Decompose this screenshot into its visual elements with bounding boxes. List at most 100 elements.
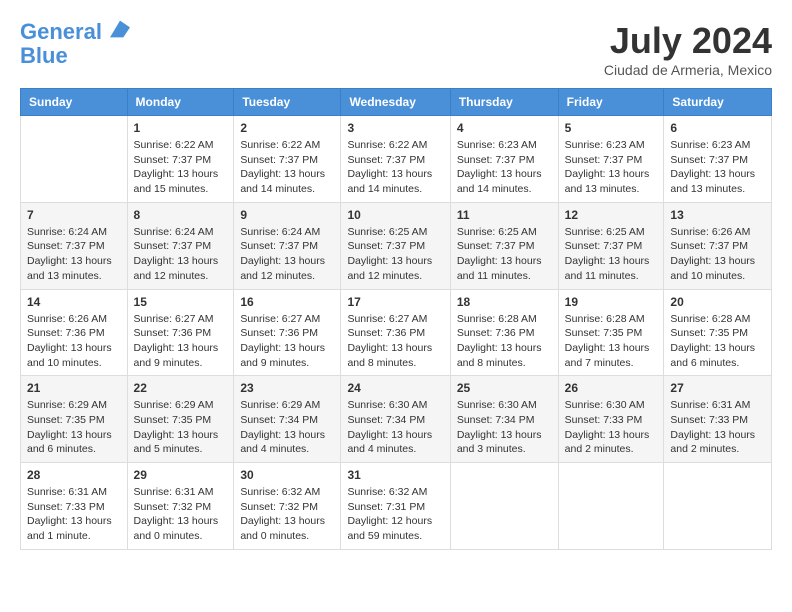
- calendar-day: 20 Sunrise: 6:28 AMSunset: 7:35 PMDayligh…: [664, 289, 772, 376]
- day-number: 12: [565, 208, 658, 222]
- weekday-header-row: SundayMondayTuesdayWednesdayThursdayFrid…: [21, 89, 772, 116]
- weekday-header-sunday: Sunday: [21, 89, 128, 116]
- day-number: 7: [27, 208, 121, 222]
- day-number: 15: [134, 295, 228, 309]
- day-info: Sunrise: 6:29 AMSunset: 7:35 PMDaylight:…: [27, 398, 121, 457]
- day-number: 25: [457, 381, 552, 395]
- month-title: July 2024: [604, 20, 772, 62]
- calendar-day: 29 Sunrise: 6:31 AMSunset: 7:32 PMDayligh…: [127, 463, 234, 550]
- calendar-day: 7 Sunrise: 6:24 AMSunset: 7:37 PMDaylight…: [21, 202, 128, 289]
- day-number: 21: [27, 381, 121, 395]
- calendar-day: 22Sunrise: 6:29 AMSunset: 7:35 PMDayligh…: [127, 376, 234, 463]
- day-info: Sunrise: 6:30 AMSunset: 7:34 PMDaylight:…: [347, 398, 443, 457]
- calendar-table: SundayMondayTuesdayWednesdayThursdayFrid…: [20, 88, 772, 550]
- day-info: Sunrise: 6:22 AMSunset: 7:37 PMDaylight:…: [134, 138, 228, 197]
- calendar-day: 27 Sunrise: 6:31 AMSunset: 7:33 PMDayligh…: [664, 376, 772, 463]
- day-info: Sunrise: 6:30 AMSunset: 7:33 PMDaylight:…: [565, 398, 658, 457]
- day-info: Sunrise: 6:28 AMSunset: 7:35 PMDaylight:…: [565, 312, 658, 371]
- day-info: Sunrise: 6:31 AMSunset: 7:32 PMDaylight:…: [134, 485, 228, 544]
- calendar-day: 28Sunrise: 6:31 AMSunset: 7:33 PMDayligh…: [21, 463, 128, 550]
- day-info: Sunrise: 6:28 AMSunset: 7:35 PMDaylight:…: [670, 312, 765, 371]
- day-info: Sunrise: 6:29 AMSunset: 7:34 PMDaylight:…: [240, 398, 334, 457]
- calendar-day: [21, 116, 128, 203]
- day-number: 30: [240, 468, 334, 482]
- calendar-day: 5 Sunrise: 6:23 AMSunset: 7:37 PMDaylight…: [558, 116, 664, 203]
- logo-text: General: [20, 20, 130, 44]
- calendar-day: 30Sunrise: 6:32 AMSunset: 7:32 PMDayligh…: [234, 463, 341, 550]
- calendar-day: 8 Sunrise: 6:24 AMSunset: 7:37 PMDaylight…: [127, 202, 234, 289]
- weekday-header-saturday: Saturday: [664, 89, 772, 116]
- day-number: 19: [565, 295, 658, 309]
- day-info: Sunrise: 6:23 AMSunset: 7:37 PMDaylight:…: [565, 138, 658, 197]
- calendar-day: 21 Sunrise: 6:29 AMSunset: 7:35 PMDayligh…: [21, 376, 128, 463]
- day-number: 22: [134, 381, 228, 395]
- calendar-day: [558, 463, 664, 550]
- logo-general: General: [20, 19, 102, 44]
- day-info: Sunrise: 6:27 AMSunset: 7:36 PMDaylight:…: [134, 312, 228, 371]
- calendar-day: 24Sunrise: 6:30 AMSunset: 7:34 PMDayligh…: [341, 376, 450, 463]
- calendar-day: [664, 463, 772, 550]
- day-info: Sunrise: 6:24 AMSunset: 7:37 PMDaylight:…: [27, 225, 121, 284]
- calendar-day: 9Sunrise: 6:24 AMSunset: 7:37 PMDaylight…: [234, 202, 341, 289]
- day-info: Sunrise: 6:31 AMSunset: 7:33 PMDaylight:…: [670, 398, 765, 457]
- logo: General Blue: [20, 20, 130, 68]
- calendar-day: 1Sunrise: 6:22 AMSunset: 7:37 PMDaylight…: [127, 116, 234, 203]
- day-info: Sunrise: 6:25 AMSunset: 7:37 PMDaylight:…: [347, 225, 443, 284]
- logo-blue: Blue: [20, 44, 130, 68]
- day-number: 20: [670, 295, 765, 309]
- day-number: 27: [670, 381, 765, 395]
- day-number: 16: [240, 295, 334, 309]
- calendar-week-1: 1Sunrise: 6:22 AMSunset: 7:37 PMDaylight…: [21, 116, 772, 203]
- day-info: Sunrise: 6:27 AMSunset: 7:36 PMDaylight:…: [240, 312, 334, 371]
- calendar-day: 18Sunrise: 6:28 AMSunset: 7:36 PMDayligh…: [450, 289, 558, 376]
- calendar-week-2: 7 Sunrise: 6:24 AMSunset: 7:37 PMDaylight…: [21, 202, 772, 289]
- calendar-day: 6 Sunrise: 6:23 AMSunset: 7:37 PMDaylight…: [664, 116, 772, 203]
- calendar-week-5: 28Sunrise: 6:31 AMSunset: 7:33 PMDayligh…: [21, 463, 772, 550]
- calendar-day: 2 Sunrise: 6:22 AMSunset: 7:37 PMDaylight…: [234, 116, 341, 203]
- day-number: 31: [347, 468, 443, 482]
- location: Ciudad de Armeria, Mexico: [604, 62, 772, 78]
- day-info: Sunrise: 6:27 AMSunset: 7:36 PMDaylight:…: [347, 312, 443, 371]
- day-number: 29: [134, 468, 228, 482]
- calendar-day: 23Sunrise: 6:29 AMSunset: 7:34 PMDayligh…: [234, 376, 341, 463]
- calendar-day: 25 Sunrise: 6:30 AMSunset: 7:34 PMDayligh…: [450, 376, 558, 463]
- day-info: Sunrise: 6:30 AMSunset: 7:34 PMDaylight:…: [457, 398, 552, 457]
- day-info: Sunrise: 6:22 AMSunset: 7:37 PMDaylight:…: [240, 138, 334, 197]
- page-header: General Blue July 2024 Ciudad de Armeria…: [20, 20, 772, 78]
- day-number: 5: [565, 121, 658, 135]
- calendar-day: 17 Sunrise: 6:27 AMSunset: 7:36 PMDayligh…: [341, 289, 450, 376]
- weekday-header-wednesday: Wednesday: [341, 89, 450, 116]
- day-info: Sunrise: 6:23 AMSunset: 7:37 PMDaylight:…: [457, 138, 552, 197]
- calendar-day: 10Sunrise: 6:25 AMSunset: 7:37 PMDayligh…: [341, 202, 450, 289]
- day-number: 6: [670, 121, 765, 135]
- day-info: Sunrise: 6:24 AMSunset: 7:37 PMDaylight:…: [134, 225, 228, 284]
- day-number: 8: [134, 208, 228, 222]
- weekday-header-tuesday: Tuesday: [234, 89, 341, 116]
- calendar-week-4: 21 Sunrise: 6:29 AMSunset: 7:35 PMDayligh…: [21, 376, 772, 463]
- calendar-day: 16 Sunrise: 6:27 AMSunset: 7:36 PMDayligh…: [234, 289, 341, 376]
- day-info: Sunrise: 6:32 AMSunset: 7:31 PMDaylight:…: [347, 485, 443, 544]
- day-info: Sunrise: 6:26 AMSunset: 7:37 PMDaylight:…: [670, 225, 765, 284]
- calendar-day: 31 Sunrise: 6:32 AMSunset: 7:31 PMDayligh…: [341, 463, 450, 550]
- day-info: Sunrise: 6:26 AMSunset: 7:36 PMDaylight:…: [27, 312, 121, 371]
- day-number: 13: [670, 208, 765, 222]
- calendar-day: [450, 463, 558, 550]
- day-info: Sunrise: 6:23 AMSunset: 7:37 PMDaylight:…: [670, 138, 765, 197]
- day-number: 14: [27, 295, 121, 309]
- calendar-day: 4 Sunrise: 6:23 AMSunset: 7:37 PMDaylight…: [450, 116, 558, 203]
- calendar-day: 12Sunrise: 6:25 AMSunset: 7:37 PMDayligh…: [558, 202, 664, 289]
- day-number: 11: [457, 208, 552, 222]
- day-info: Sunrise: 6:22 AMSunset: 7:37 PMDaylight:…: [347, 138, 443, 197]
- day-number: 4: [457, 121, 552, 135]
- calendar-week-3: 14 Sunrise: 6:26 AMSunset: 7:36 PMDayligh…: [21, 289, 772, 376]
- weekday-header-monday: Monday: [127, 89, 234, 116]
- calendar-day: 11Sunrise: 6:25 AMSunset: 7:37 PMDayligh…: [450, 202, 558, 289]
- day-number: 26: [565, 381, 658, 395]
- calendar-day: 14 Sunrise: 6:26 AMSunset: 7:36 PMDayligh…: [21, 289, 128, 376]
- calendar-day: 13 Sunrise: 6:26 AMSunset: 7:37 PMDayligh…: [664, 202, 772, 289]
- day-info: Sunrise: 6:28 AMSunset: 7:36 PMDaylight:…: [457, 312, 552, 371]
- day-info: Sunrise: 6:31 AMSunset: 7:33 PMDaylight:…: [27, 485, 121, 544]
- day-number: 2: [240, 121, 334, 135]
- day-number: 17: [347, 295, 443, 309]
- calendar-day: 26 Sunrise: 6:30 AMSunset: 7:33 PMDayligh…: [558, 376, 664, 463]
